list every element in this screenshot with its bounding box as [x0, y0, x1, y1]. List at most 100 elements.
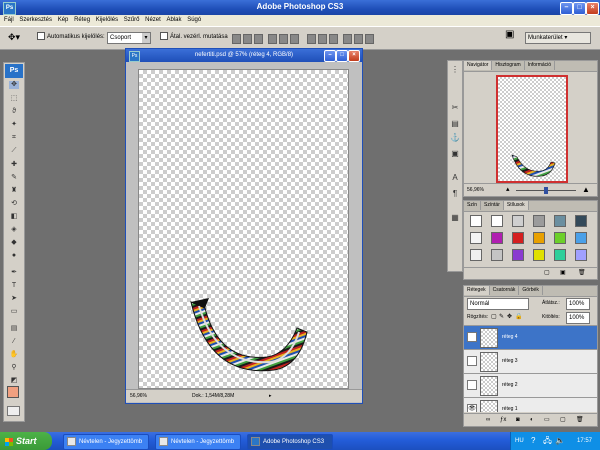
style-swatch[interactable]: [512, 232, 524, 244]
document-info[interactable]: Dok.: 1,54M/8,28M: [192, 390, 234, 402]
shape-tool-icon[interactable]: ▭: [9, 308, 19, 316]
menu-image[interactable]: Kép: [56, 15, 71, 26]
path-selection-icon[interactable]: ➤: [9, 295, 19, 303]
menu-file[interactable]: Fájl: [2, 15, 16, 26]
align-left-icon[interactable]: [268, 34, 277, 44]
style-swatch[interactable]: [470, 232, 482, 244]
style-swatch[interactable]: [512, 249, 524, 261]
delete-layer-icon[interactable]: 🗑: [576, 414, 584, 426]
style-swatch[interactable]: [554, 249, 566, 261]
layer-visibility-toggle[interactable]: [467, 380, 477, 390]
style-swatch[interactable]: [533, 232, 545, 244]
type-tool-icon[interactable]: T: [9, 282, 19, 290]
layer-comps-icon[interactable]: ⚓: [450, 133, 460, 143]
history-brush-icon[interactable]: ⟲: [9, 200, 19, 208]
doc-maximize-button[interactable]: □: [336, 50, 348, 62]
style-swatch[interactable]: [491, 215, 503, 227]
lock-position-icon[interactable]: ✥: [507, 313, 512, 322]
clone-source-icon[interactable]: ▦: [450, 213, 460, 223]
eraser-tool-icon[interactable]: ◧: [9, 213, 19, 221]
notes-tool-icon[interactable]: ▤: [9, 325, 19, 333]
help-icon[interactable]: ?: [531, 432, 535, 450]
hand-tool-icon[interactable]: ✋: [9, 351, 19, 359]
panel-grip-icon[interactable]: ⋮: [450, 65, 460, 75]
pen-tool-icon[interactable]: ✒: [9, 269, 19, 277]
doc-minimize-button[interactable]: –: [324, 50, 336, 62]
style-swatch[interactable]: [575, 215, 587, 227]
tool-presets-icon[interactable]: ▤: [450, 119, 460, 129]
lock-pixels-icon[interactable]: ✎: [499, 313, 504, 322]
fill-field[interactable]: 100%: [566, 312, 590, 324]
style-swatch[interactable]: [533, 249, 545, 261]
align-top-icon[interactable]: [232, 34, 241, 44]
create-style-icon[interactable]: ▣: [560, 268, 566, 279]
crop-tool-icon[interactable]: ⌗: [9, 134, 19, 142]
document-zoom[interactable]: 56,96%: [130, 390, 147, 402]
close-button[interactable]: ×: [586, 2, 599, 15]
distribute-center-icon[interactable]: [354, 34, 363, 44]
dodge-tool-icon[interactable]: ●: [9, 252, 19, 260]
layer-row-2[interactable]: réteg 2: [464, 374, 597, 398]
tab-channels[interactable]: Csatornák: [490, 286, 520, 295]
menu-help[interactable]: Súgó: [185, 15, 203, 26]
new-style-icon[interactable]: ▢: [544, 268, 550, 279]
distribute-top-icon[interactable]: [307, 34, 316, 44]
tab-curves[interactable]: Görbék: [519, 286, 543, 295]
new-layer-icon[interactable]: ▢: [560, 414, 566, 426]
magic-wand-icon[interactable]: ✦: [9, 121, 19, 129]
network-icon[interactable]: 🖧: [543, 432, 552, 450]
tab-swatches[interactable]: Színtár: [481, 201, 504, 210]
character-panel-icon[interactable]: A: [450, 173, 460, 183]
paint-bucket-icon[interactable]: ◈: [9, 226, 19, 234]
menu-window[interactable]: Ablak: [165, 15, 184, 26]
auto-select-checkbox[interactable]: Automatikus kijelölés:: [37, 32, 105, 42]
distribute-left-icon[interactable]: [343, 34, 352, 44]
paragraph-panel-icon[interactable]: ¶: [450, 189, 460, 199]
blend-mode-dropdown[interactable]: Normál: [467, 298, 529, 310]
menu-view[interactable]: Nézet: [143, 15, 163, 26]
minimize-button[interactable]: –: [560, 2, 573, 15]
status-menu-icon[interactable]: ▸: [269, 390, 272, 402]
volume-icon[interactable]: 🔈: [555, 432, 565, 450]
style-swatch[interactable]: [554, 215, 566, 227]
layer-row-3[interactable]: réteg 3: [464, 350, 597, 374]
quick-mask-icon[interactable]: [7, 406, 20, 416]
clone-stamp-icon[interactable]: ♜: [9, 187, 19, 195]
style-swatch[interactable]: [491, 249, 503, 261]
layer-row-4[interactable]: réteg 4: [464, 326, 597, 350]
layer-visibility-toggle[interactable]: [467, 332, 477, 342]
zoom-slider-handle[interactable]: [544, 187, 548, 194]
bridge-icon[interactable]: ▣: [505, 30, 514, 40]
menu-layer[interactable]: Réteg: [72, 15, 92, 26]
style-swatch[interactable]: [575, 249, 587, 261]
show-transform-checkbox[interactable]: Átal. vezérl. mutatása: [160, 32, 228, 42]
style-swatch[interactable]: [533, 215, 545, 227]
delete-style-icon[interactable]: 🗑: [578, 268, 586, 279]
style-swatch[interactable]: [470, 249, 482, 261]
distribute-bottom-icon[interactable]: [329, 34, 338, 44]
eye-icon[interactable]: 👁: [467, 404, 477, 412]
distribute-middle-icon[interactable]: [318, 34, 327, 44]
canvas[interactable]: [138, 69, 349, 389]
healing-brush-icon[interactable]: ✚: [9, 161, 19, 169]
navigator-preview[interactable]: [496, 75, 568, 183]
adjustment-layer-icon[interactable]: ◐: [530, 414, 534, 426]
taskbar-item-notepad-1[interactable]: Névtelen - Jegyzettömb: [63, 434, 149, 450]
lock-all-icon[interactable]: 🔒: [515, 313, 522, 322]
taskbar-item-notepad-2[interactable]: Névtelen - Jegyzettömb: [155, 434, 241, 450]
document-title-bar[interactable]: Ps nefertiti.psd @ 57% (réteg 4, RGB/8) …: [126, 49, 362, 62]
zoom-out-icon[interactable]: ▴: [506, 184, 510, 196]
style-swatch[interactable]: [554, 232, 566, 244]
layer-style-icon[interactable]: ƒx: [500, 414, 506, 426]
tab-navigator[interactable]: Navigátor: [464, 61, 493, 70]
workspace-button[interactable]: Munkaterület ▾: [525, 32, 591, 44]
style-swatch[interactable]: [491, 232, 503, 244]
eyedropper-icon[interactable]: ⁄: [9, 338, 19, 346]
link-layers-icon[interactable]: ∞: [486, 414, 490, 426]
move-tool-icon[interactable]: ✥: [9, 81, 19, 89]
move-tool-icon[interactable]: ✥▾: [8, 32, 20, 42]
menu-filter[interactable]: Szűrő: [122, 15, 142, 26]
doc-close-button[interactable]: ×: [348, 50, 360, 62]
align-middle-icon[interactable]: [243, 34, 252, 44]
foreground-color-swatch[interactable]: [7, 386, 19, 398]
